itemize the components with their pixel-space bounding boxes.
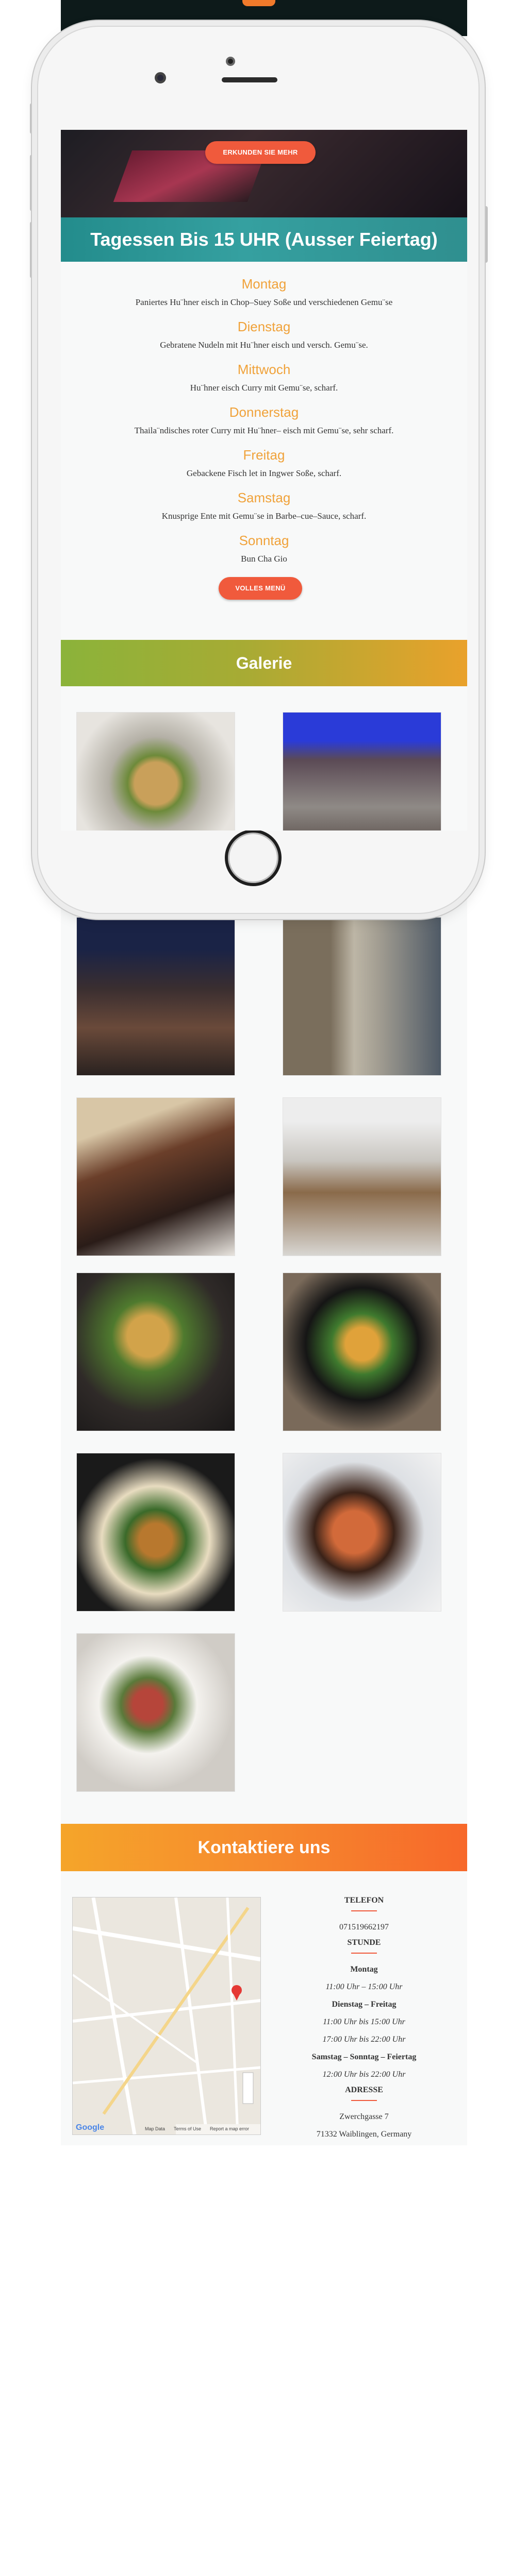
gallery-image-building-entrance[interactable]: [283, 1097, 441, 1256]
dish-text: Gebackene Fisch let in Ingwer Soße, scha…: [186, 468, 342, 478]
location-map[interactable]: Google Map Data Terms of Use Report a ma…: [72, 1897, 261, 2135]
address-street: Zwerchgasse 7: [339, 2112, 389, 2121]
gallery-image-crepe-platter[interactable]: [76, 1273, 235, 1431]
gallery-image-bar-interior[interactable]: [76, 917, 235, 1076]
day-label: Samstag: [237, 490, 291, 505]
photo: [283, 1098, 441, 1256]
phone-number[interactable]: 071519662197: [277, 1919, 451, 1936]
explore-more-button[interactable]: ERKUNDEN SIE MEHR: [205, 141, 316, 164]
gallery-image-restaurant-exterior-blue-light[interactable]: [283, 712, 441, 831]
gallery-banner: Galerie: [61, 640, 467, 686]
hours-heading: STUNDE: [347, 1938, 381, 1947]
map-data-link[interactable]: Map Data: [145, 2126, 165, 2131]
phone-heading: TELEFON: [344, 1896, 384, 1905]
hours-label: Samstag – Sonntag – Feiertag: [311, 2053, 417, 2061]
day-label: Donnerstag: [229, 404, 299, 420]
google-logo: Google: [76, 2123, 105, 2132]
hours-time: 11:00 Uhr bis 15:00 Uhr: [323, 2018, 405, 2026]
day-label: Montag: [241, 276, 287, 292]
contact-banner: Kontaktiere uns: [61, 1824, 467, 1871]
day-label: Dienstag: [237, 319, 291, 334]
photo: [77, 1634, 235, 1791]
dish-text: Hu¨hner eisch Curry mit Gemu¨se, scharf.: [190, 383, 338, 393]
divider: [351, 1953, 377, 1954]
gallery-image-pho-bowl[interactable]: [76, 1633, 235, 1792]
day-label: Sonntag: [239, 533, 289, 548]
hours-label: Montag: [350, 1965, 378, 1974]
dish-text: Gebratene Nudeln mit Hu¨hner eisch und v…: [160, 340, 368, 350]
phone-camera-dot: [226, 57, 235, 66]
gallery-image-vegetable-bowl[interactable]: [283, 1273, 441, 1431]
lunch-menu: Montag Paniertes Hu¨hner eisch in Chop–S…: [61, 274, 467, 573]
photo: [283, 1273, 441, 1431]
phone-screen: ERKUNDEN SIE MEHR Tagessen Bis 15 UHR (A…: [61, 130, 467, 831]
phone-volume-down: [30, 222, 35, 278]
phone-side-button: [30, 103, 35, 134]
dish-text: Bun Cha Gio: [241, 554, 287, 564]
contact-title: Kontaktiere uns: [197, 1837, 331, 1857]
contact-info: TELEFON 071519662197 STUNDE Montag 11:00…: [277, 1894, 451, 2143]
map-report-link[interactable]: Report a map error: [210, 2126, 249, 2131]
dish-text: Knusprige Ente mit Gemu¨se in Barbe–cue–…: [161, 511, 367, 521]
phone-volume-up: [30, 155, 35, 211]
phone-front-camera: [155, 72, 166, 83]
full-menu-button[interactable]: VOLLES MENÜ: [219, 577, 302, 600]
day-label: Mittwoch: [237, 362, 291, 377]
address-city: 71332 Waiblingen, Germany: [316, 2130, 412, 2139]
phone-speaker: [222, 77, 277, 82]
gallery-title: Galerie: [236, 653, 292, 672]
photo: [77, 713, 235, 831]
gallery-image-shrimp-claypot[interactable]: [283, 1453, 441, 1612]
phone-home-button[interactable]: [225, 829, 282, 886]
divider: [351, 2100, 377, 2101]
photo: [283, 918, 441, 1075]
gallery-image-dining-room[interactable]: [76, 1097, 235, 1256]
dish-text: Thaila¨ndisches roter Curry mit Hu¨hner–…: [134, 426, 394, 435]
divider: [351, 1910, 377, 1911]
hours-time: 12:00 Uhr bis 22:00 Uhr: [322, 2070, 406, 2079]
gallery-image-fried-dish-plate[interactable]: [76, 1453, 235, 1612]
photo: [77, 1453, 235, 1611]
gallery-image-alley-street[interactable]: [283, 917, 441, 1076]
hours-time: 11:00 Uhr – 15:00 Uhr: [325, 1982, 403, 1991]
photo: [77, 1098, 235, 1256]
gallery-image-salad-dish[interactable]: [76, 712, 235, 831]
lunch-title: Tagessen Bis 15 UHR (Ausser Feiertag): [90, 229, 438, 250]
top-accent: [242, 0, 275, 6]
photo: [283, 1453, 441, 1611]
dish-text: Paniertes Hu¨hner eisch in Chop–Suey Soß…: [135, 297, 393, 307]
day-label: Freitag: [243, 447, 285, 463]
photo: [283, 713, 441, 831]
address-heading: ADRESSE: [345, 2086, 383, 2094]
photo: [77, 918, 235, 1075]
photo: [77, 1273, 235, 1431]
map-terms-link[interactable]: Terms of Use: [174, 2126, 201, 2131]
phone-power-button: [483, 206, 488, 263]
map-graphic: [73, 1897, 260, 2134]
hours-label: Dienstag – Freitag: [332, 2000, 397, 2009]
lunch-banner: Tagessen Bis 15 UHR (Ausser Feiertag): [61, 217, 467, 262]
hours-time: 17:00 Uhr bis 22:00 Uhr: [322, 2035, 406, 2044]
